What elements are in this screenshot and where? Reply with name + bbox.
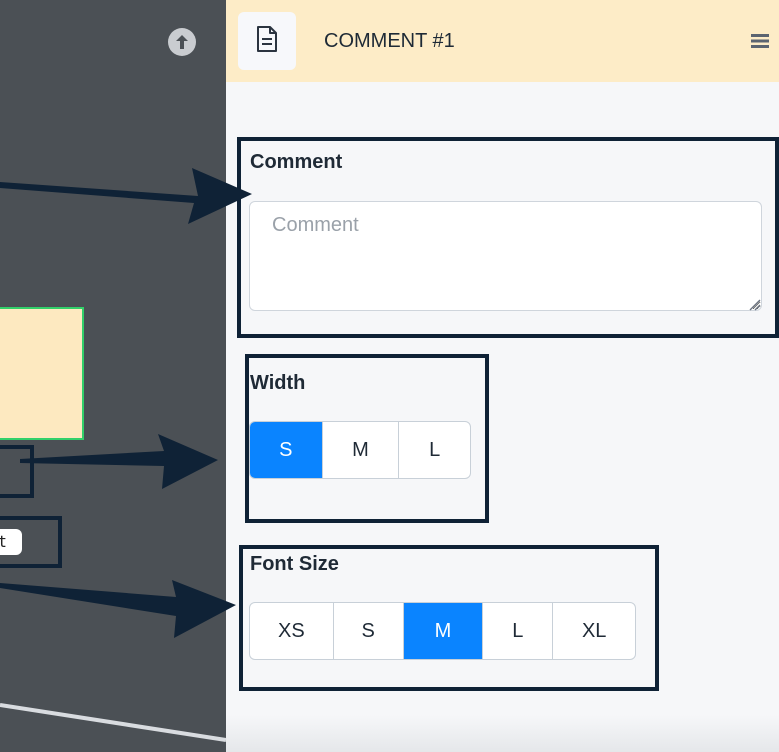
menu-icon[interactable] [750, 32, 772, 50]
width-option-s[interactable]: S [250, 422, 323, 478]
panel-header: COMMENT #1 [226, 0, 779, 82]
resize-grip-icon[interactable] [747, 296, 761, 311]
comment-label: Comment [250, 151, 343, 173]
width-option-m[interactable]: M [323, 422, 400, 478]
panel-footer [226, 715, 779, 752]
font-size-label: Font Size [250, 553, 339, 575]
font-size-option-s[interactable]: S [334, 603, 404, 659]
document-icon [256, 26, 278, 56]
annotation-outline [0, 516, 62, 568]
font-size-selector: XS S M L XL [249, 602, 636, 660]
panel-title: COMMENT #1 [324, 30, 455, 52]
width-selector: S M L [249, 421, 471, 479]
comment-input[interactable] [249, 201, 762, 311]
comment-node[interactable] [0, 307, 84, 440]
font-size-option-l[interactable]: L [483, 603, 554, 659]
document-button[interactable] [238, 12, 296, 70]
diagram-canvas[interactable]: xt [0, 0, 226, 752]
annotation-outline [0, 445, 34, 498]
properties-panel: COMMENT #1 Comment Width S M L Font Size… [226, 0, 779, 752]
width-label: Width [250, 372, 306, 394]
font-size-option-xs[interactable]: XS [250, 603, 334, 659]
arrow-up-circle-icon[interactable] [168, 28, 196, 56]
font-size-option-xl[interactable]: XL [553, 603, 635, 659]
width-option-l[interactable]: L [399, 422, 470, 478]
font-size-option-m[interactable]: M [403, 603, 484, 659]
